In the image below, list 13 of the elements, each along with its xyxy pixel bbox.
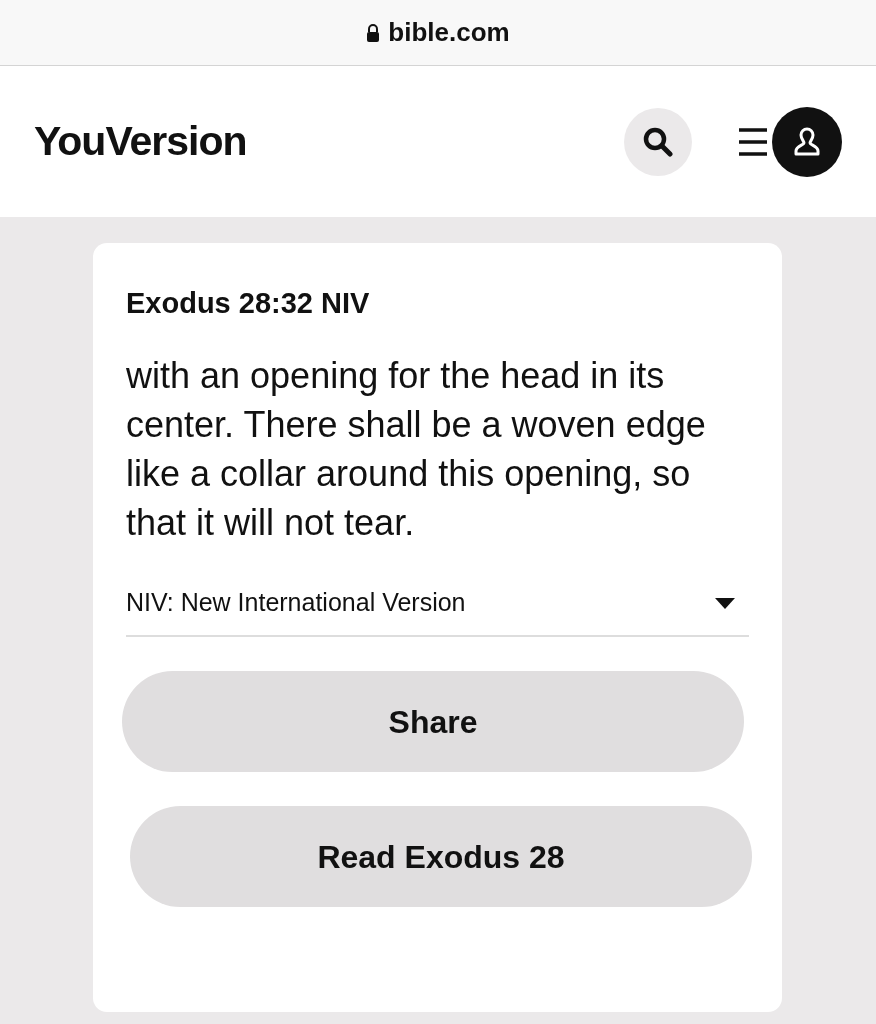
address-bar[interactable]: bible.com [0, 0, 876, 66]
verse-reference: Exodus 28:32 NIV [126, 286, 371, 321]
version-selector[interactable]: NIV: New International Version [126, 575, 749, 637]
search-icon [643, 126, 673, 157]
lock-icon [366, 23, 381, 42]
verse-text: with an opening for the head in its center. There shall be a woven edge like a collar around this opening, so that it will not tear. [126, 354, 707, 545]
url-text: bible.com [388, 16, 510, 49]
person-icon [792, 125, 822, 158]
logo[interactable]: YouVersion [34, 110, 247, 173]
read-chapter-button[interactable]: Read Exodus 28 [130, 806, 752, 907]
menu-icon [738, 125, 768, 158]
share-button[interactable]: Share [122, 671, 744, 772]
caret-icon [715, 597, 735, 609]
